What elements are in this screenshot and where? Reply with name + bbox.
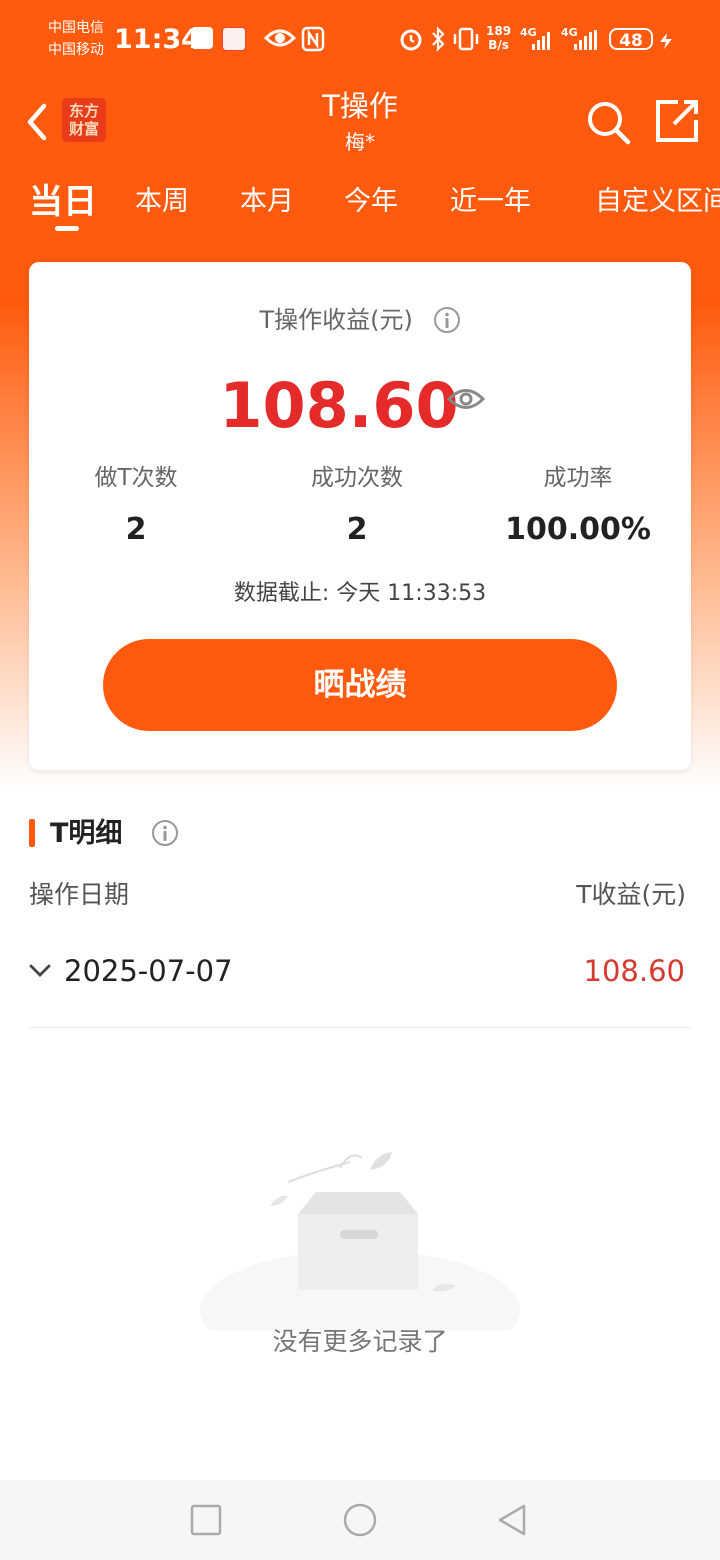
chevron-down-icon: [29, 964, 51, 977]
home-button[interactable]: [340, 1500, 380, 1540]
tab-this-year[interactable]: 今年: [344, 172, 398, 232]
tab-this-month[interactable]: 本月: [240, 172, 294, 232]
notification-app-icon: [191, 27, 213, 49]
empty-state-text: 没有更多记录了: [272, 1327, 448, 1356]
stat-label-success: 成功次数: [311, 465, 403, 491]
stat-value-success: 2: [346, 512, 368, 547]
recent-apps-button[interactable]: [186, 1500, 226, 1540]
profit-label-row: T操作收益(元): [29, 302, 691, 337]
profit-label: T操作收益(元): [259, 306, 413, 334]
share-icon[interactable]: [654, 98, 700, 144]
bluetooth-icon: [432, 26, 445, 52]
tab-today[interactable]: 当日: [29, 172, 97, 232]
status-bar: 中国电信 中国移动 11:34 189 B/s 4G 4G 48: [0, 0, 720, 80]
stat-value-trades: 2: [125, 512, 147, 547]
nfc-icon: [301, 26, 325, 52]
signal-2-icon: [574, 30, 597, 50]
empty-box-illustration: [200, 1152, 520, 1330]
data-cutoff-time: 数据截止: 今天 11:33:53: [233, 581, 487, 606]
info-icon[interactable]: [433, 306, 461, 334]
tab-last-year[interactable]: 近一年: [450, 172, 531, 232]
notification-app-icon: [222, 27, 246, 51]
carrier-names: 中国电信 中国移动: [48, 17, 104, 61]
battery-indicator: 48: [609, 28, 653, 51]
back-button[interactable]: [492, 1500, 532, 1540]
period-tabs: 当日 本周 本月 今年 近一年 自定义区间: [0, 172, 720, 238]
detail-row[interactable]: 2025-07-07 108.60: [29, 935, 691, 1028]
system-nav-bar: [0, 1480, 720, 1560]
row-profit: 108.60: [583, 954, 685, 988]
tab-custom-range[interactable]: 自定义区间: [595, 172, 720, 232]
profit-value: 108.60: [219, 369, 459, 442]
share-results-button[interactable]: 晒战绩: [103, 639, 617, 731]
summary-card: T操作收益(元) 108.60 做T次数 2 成功次数 2 成功率 100.00…: [29, 262, 691, 770]
status-time: 11:34: [114, 24, 200, 55]
active-tab-indicator: [55, 226, 79, 231]
eye-care-icon: [264, 29, 296, 47]
vibrate-icon: [453, 27, 479, 51]
carrier-2: 中国移动: [48, 42, 104, 58]
signal-1-icon: [532, 32, 550, 50]
charging-icon: [660, 33, 672, 49]
carrier-1: 中国电信: [48, 20, 104, 36]
stat-label-rate: 成功率: [543, 465, 613, 491]
details-info-icon[interactable]: [151, 819, 179, 847]
details-title: T明细: [50, 818, 123, 849]
row-date: 2025-07-07: [64, 954, 233, 988]
stat-value-rate: 100.00%: [505, 512, 651, 547]
tab-this-week[interactable]: 本周: [135, 172, 189, 232]
section-accent-bar: [29, 819, 35, 847]
network-speed: 189 B/s: [486, 24, 512, 52]
visibility-toggle-icon[interactable]: [446, 384, 486, 414]
search-icon[interactable]: [584, 98, 632, 146]
alarm-icon: [400, 29, 422, 51]
column-header-date: 操作日期: [29, 880, 130, 909]
stat-label-trades: 做T次数: [94, 465, 178, 491]
column-header-profit: T收益(元): [576, 880, 686, 909]
